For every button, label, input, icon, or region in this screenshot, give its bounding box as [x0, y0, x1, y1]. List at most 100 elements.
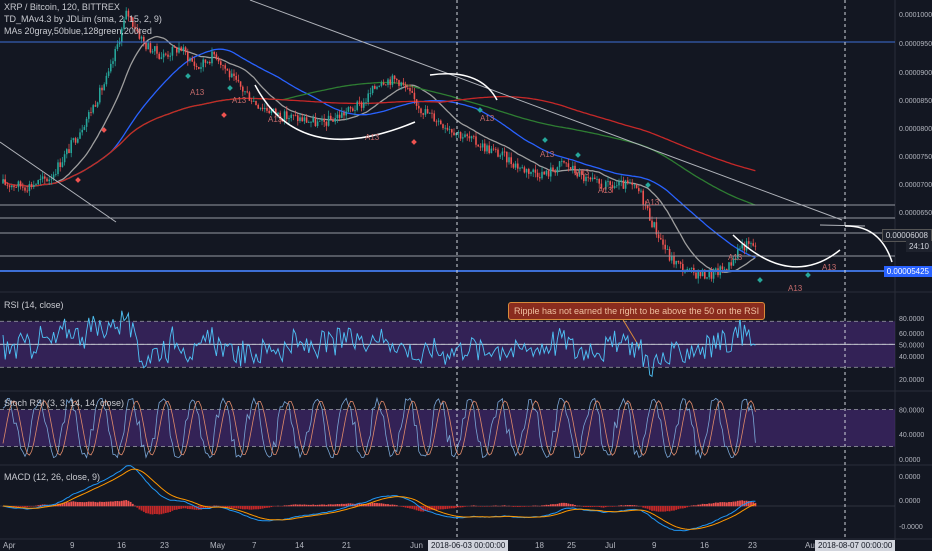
macd-histogram-bar [642, 506, 644, 508]
candle-body [288, 118, 290, 119]
rsi-tick-label: 60.0000 [899, 331, 924, 338]
macd-histogram-bar [730, 502, 732, 506]
candle-body [530, 172, 532, 174]
candle-body [411, 91, 413, 93]
candle-body [332, 120, 334, 122]
macd-histogram-bar [70, 502, 72, 507]
candle-body [35, 184, 37, 185]
macd-histogram-bar [376, 503, 378, 506]
candle-body [383, 83, 385, 85]
indicator-td-ma: TD_MAv4.3 by JDLim (sma, 2, 15, 2, 9) [4, 14, 162, 25]
macd-histogram-bar [697, 505, 699, 507]
macd-histogram-bar [464, 506, 466, 507]
macd-histogram-bar [392, 505, 394, 507]
macd-histogram-bar [306, 505, 308, 507]
candle-body [4, 179, 6, 185]
candle-body [156, 46, 158, 54]
candle-body [194, 62, 196, 66]
macd-histogram-bar [726, 502, 728, 506]
candle-body [308, 122, 310, 123]
candle-body [29, 184, 31, 191]
indicator-mas: MAs 20gray,50blue,128green,200red [4, 26, 152, 37]
candle-body [636, 185, 638, 189]
macd-histogram-bar [684, 506, 686, 508]
candle-body [497, 150, 499, 157]
macd-histogram-bar [378, 503, 380, 506]
macd-histogram-bar [559, 503, 561, 506]
stoch-tick-label: 80.0000 [899, 407, 924, 414]
macd-tick-label: -0.0000 [899, 524, 923, 531]
candle-body [101, 88, 103, 91]
candle-body [614, 186, 616, 188]
macd-histogram-bar [297, 505, 299, 507]
macd-histogram-bar [623, 506, 625, 507]
macd-histogram-bar [117, 501, 119, 506]
macd-histogram-bar [86, 502, 88, 506]
macd-histogram-bar [667, 506, 669, 511]
macd-histogram-bar [719, 502, 721, 506]
macd-histogram-bar [689, 506, 691, 507]
candle-body [642, 191, 644, 205]
candle-body [469, 136, 471, 138]
candle-body [359, 102, 361, 103]
macd-tick-label: 0.0000 [899, 498, 921, 505]
macd-histogram-bar [139, 506, 141, 509]
candle-body [431, 113, 433, 114]
macd-histogram-bar [79, 502, 81, 506]
candle-body [112, 61, 114, 64]
macd-histogram-bar [715, 503, 717, 507]
macd-histogram-bar [317, 505, 319, 506]
macd-histogram-bar [213, 506, 215, 507]
macd-histogram-bar [438, 506, 440, 510]
candle-body [557, 167, 559, 172]
candle-body [378, 86, 380, 87]
rsi-annotation-callout[interactable]: Ripple has not earned the right to be ab… [508, 302, 765, 320]
trading-chart[interactable]: A13A13A13A13A13A13A13A13A13A13A13A13 0.0… [0, 0, 932, 550]
candle-body [246, 91, 248, 92]
price-tick-label: 0.00008500 [899, 98, 932, 105]
candle-body [616, 185, 618, 186]
macd-histogram-bar [152, 506, 154, 514]
macd-histogram-bar [572, 504, 574, 506]
candle-body [167, 55, 169, 57]
candle-body [81, 130, 83, 132]
a13-label: A13 [788, 284, 803, 293]
candle-body [396, 79, 398, 80]
macd-histogram-bar [323, 505, 325, 507]
candle-body [407, 88, 409, 89]
candle-body [97, 102, 99, 106]
candle-body [495, 149, 497, 150]
macd-histogram-bar [517, 506, 519, 507]
candle-body [290, 115, 292, 118]
macd-histogram-bar [220, 506, 222, 507]
macd-histogram-bar [277, 506, 279, 507]
candle-body [260, 108, 262, 109]
candle-body [561, 161, 563, 162]
macd-histogram-bar [389, 505, 391, 507]
candle-body [196, 66, 198, 67]
candle-body [334, 118, 336, 122]
macd-histogram-bar [339, 504, 341, 506]
candle-body [220, 61, 222, 65]
macd-histogram-bar [238, 506, 240, 509]
candle-body [429, 113, 431, 114]
candle-body [84, 127, 86, 130]
macd-histogram-bar [669, 506, 671, 511]
macd-histogram-bar [733, 502, 735, 507]
candle-body [711, 272, 713, 279]
candle-body [33, 185, 35, 187]
rsi-tick-label: 40.0000 [899, 354, 924, 361]
macd-histogram-bar [411, 506, 413, 509]
macd-histogram-bar [253, 506, 255, 509]
macd-histogram-bar [110, 501, 112, 506]
candle-body [458, 132, 460, 133]
candle-body [51, 179, 53, 180]
macd-histogram-bar [286, 505, 288, 506]
candle-body [559, 161, 561, 167]
macd-histogram-bar [345, 504, 347, 507]
candle-body [240, 81, 242, 86]
candle-body [200, 67, 202, 69]
candle-body [546, 171, 548, 175]
candle-body [596, 179, 598, 180]
macd-histogram-bar [315, 505, 317, 506]
